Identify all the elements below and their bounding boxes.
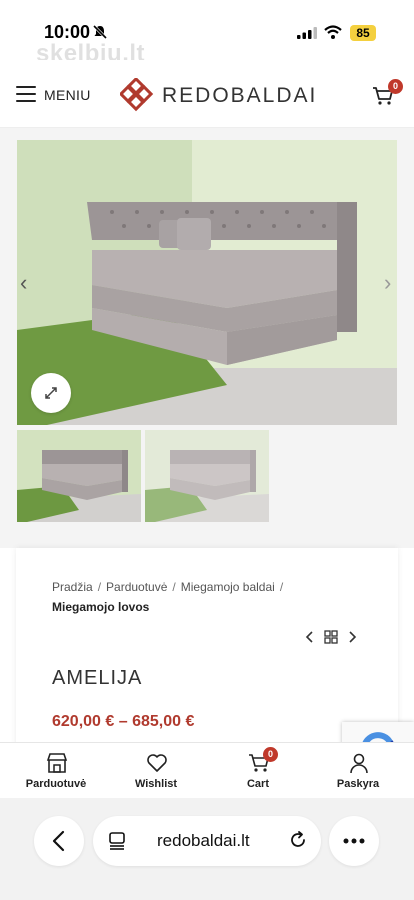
next-product-icon[interactable] bbox=[346, 630, 358, 644]
wifi-icon bbox=[324, 25, 342, 39]
nav-cart[interactable]: 0 Cart bbox=[208, 743, 308, 799]
bed-photo bbox=[17, 140, 397, 425]
zoom-button[interactable] bbox=[31, 373, 71, 413]
thumbnail-photo bbox=[145, 430, 269, 522]
prev-product-icon[interactable] bbox=[304, 630, 316, 644]
breadcrumb-separator: / bbox=[279, 580, 284, 594]
breadcrumb-current: Miegamojo lovos bbox=[52, 600, 150, 614]
nav-shop[interactable]: Parduotuvė bbox=[6, 743, 106, 799]
breadcrumb-separator: / bbox=[172, 580, 176, 594]
logo-icon[interactable] bbox=[120, 78, 156, 114]
store-icon bbox=[46, 753, 68, 773]
url-text[interactable]: redobaldai.lt bbox=[157, 831, 250, 851]
grid-icon[interactable] bbox=[324, 630, 338, 644]
product-title: AMELIJA bbox=[52, 667, 143, 689]
user-icon bbox=[350, 753, 368, 774]
site-header: MENIU REDOBALDAI 0 bbox=[0, 60, 414, 128]
bottom-navigation: Parduotuvė Wishlist 0 Cart Paskyra bbox=[0, 742, 414, 798]
thumbnail-1[interactable] bbox=[17, 430, 141, 522]
nav-cart-badge: 0 bbox=[263, 747, 278, 762]
breadcrumb-separator: / bbox=[97, 580, 102, 594]
battery-indicator: 85 bbox=[350, 25, 376, 41]
product-main-image[interactable] bbox=[17, 140, 397, 425]
cart-count-badge: 0 bbox=[388, 79, 403, 94]
logo-text[interactable]: REDOBALDAI bbox=[162, 84, 317, 108]
menu-label[interactable]: MENIU bbox=[44, 87, 91, 103]
hamburger-menu-icon[interactable] bbox=[16, 86, 36, 102]
nav-wishlist-label: Wishlist bbox=[134, 778, 178, 790]
product-price: 620,00 € – 685,00 € bbox=[52, 713, 195, 730]
signal-icon bbox=[297, 27, 317, 39]
nav-account[interactable]: Paskyra bbox=[308, 743, 408, 799]
gallery-next-arrow[interactable]: › bbox=[384, 270, 391, 296]
breadcrumb: Pradžia / Parduotuvė / Miegamojo baldai / bbox=[52, 580, 288, 594]
browser-back-button[interactable] bbox=[34, 816, 84, 866]
thumbnail-2[interactable] bbox=[145, 430, 269, 522]
breadcrumb-link-bedroom[interactable]: Miegamojo baldai bbox=[181, 580, 275, 594]
gallery-prev-arrow[interactable]: ‹ bbox=[20, 270, 27, 296]
breadcrumb-link-shop[interactable]: Parduotuvė bbox=[106, 580, 167, 594]
nav-shop-label: Parduotuvė bbox=[25, 778, 87, 790]
nav-account-label: Paskyra bbox=[336, 778, 380, 790]
heart-icon bbox=[147, 754, 167, 772]
nav-cart-label: Cart bbox=[246, 778, 269, 790]
browser-more-button[interactable] bbox=[329, 816, 379, 866]
thumbnail-photo bbox=[17, 430, 141, 522]
page-menu-icon[interactable] bbox=[108, 831, 126, 851]
status-bar: 10:00 skelbiu.lt 85 bbox=[0, 0, 414, 67]
reload-icon[interactable] bbox=[288, 830, 308, 850]
bell-muted-icon bbox=[92, 24, 108, 40]
breadcrumb-link-home[interactable]: Pradžia bbox=[52, 580, 93, 594]
expand-icon bbox=[45, 387, 57, 399]
nav-wishlist[interactable]: Wishlist bbox=[106, 743, 206, 799]
more-icon bbox=[343, 838, 365, 844]
chevron-left-icon bbox=[52, 830, 65, 852]
